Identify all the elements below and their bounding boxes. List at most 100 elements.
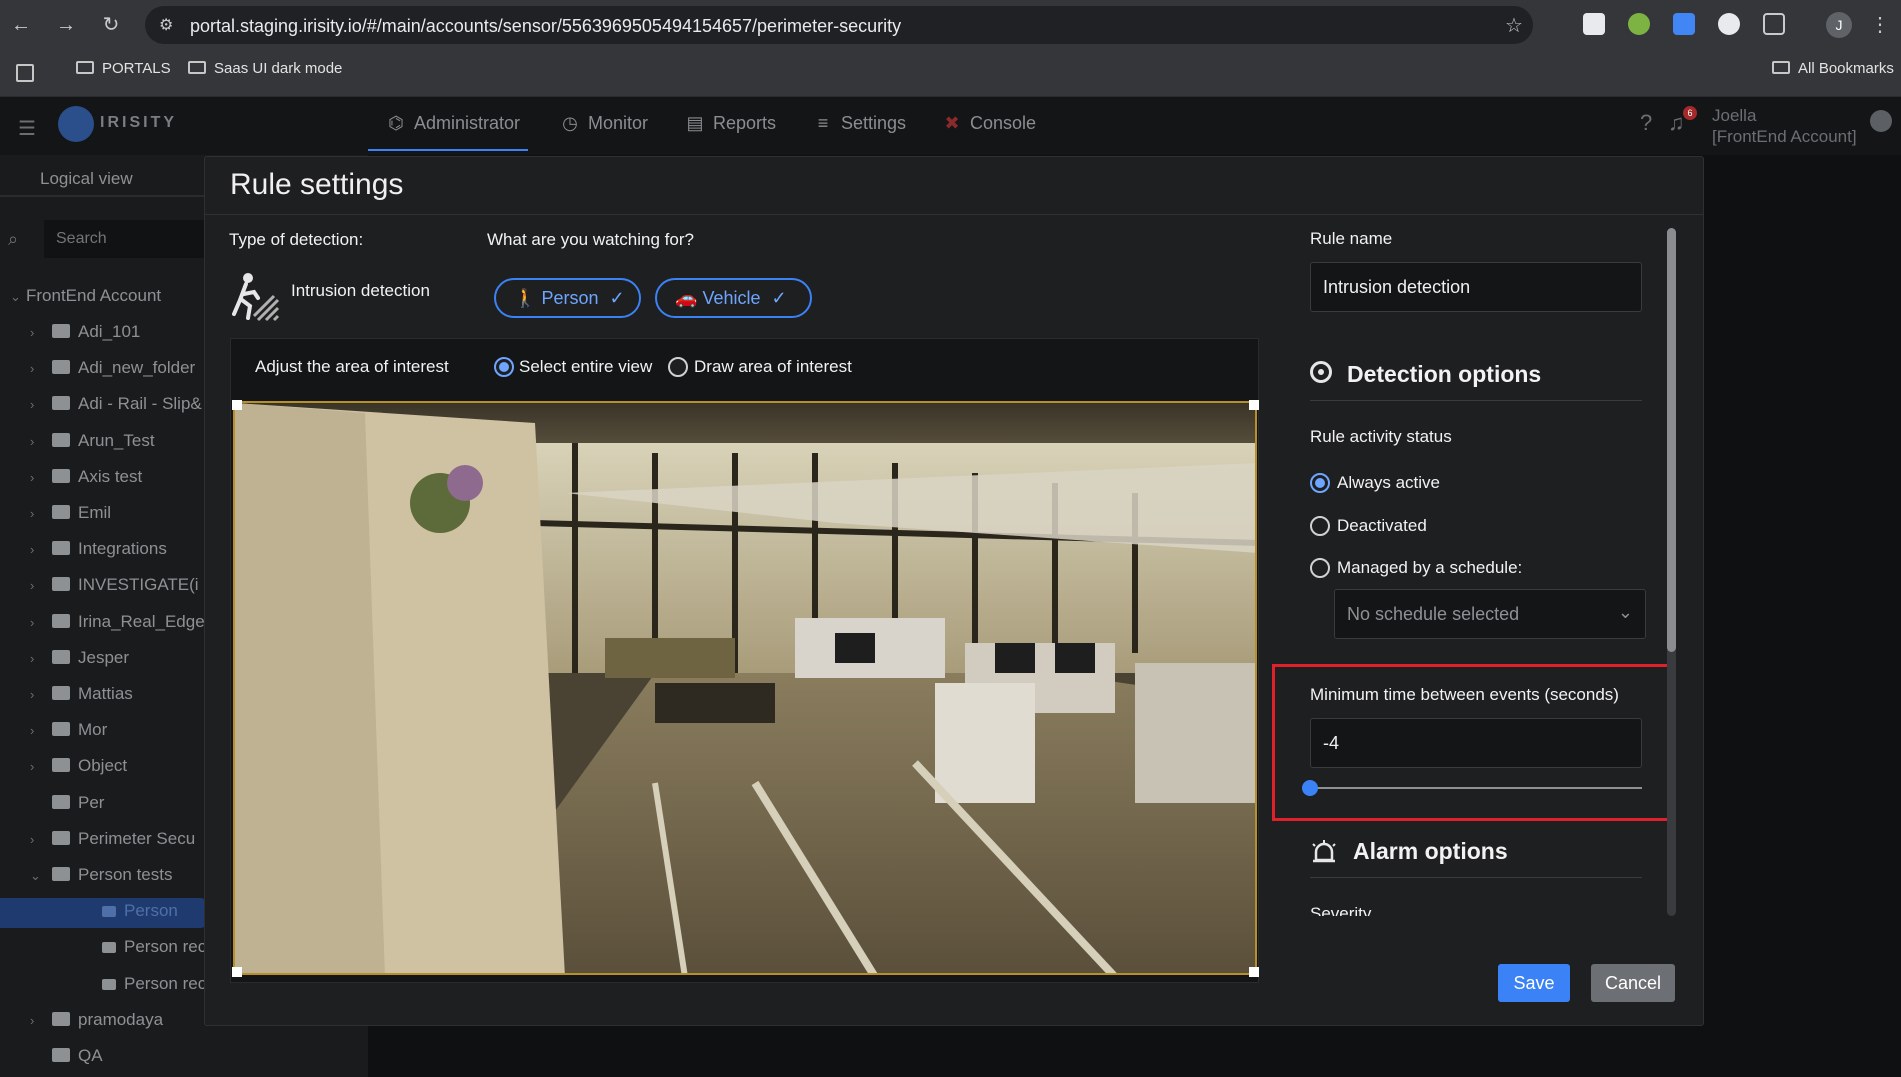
tree-item[interactable]: › Object bbox=[30, 756, 127, 776]
help-icon[interactable]: ? bbox=[1640, 110, 1652, 136]
tree-item-label: FrontEnd Account bbox=[26, 286, 162, 305]
apps-grid-icon[interactable] bbox=[16, 64, 34, 82]
grammarly-icon[interactable] bbox=[1718, 13, 1740, 35]
tree-item[interactable]: ⌄ Person tests bbox=[30, 865, 173, 885]
tree-item[interactable]: › Irina_Real_Edge bbox=[30, 612, 205, 632]
area-label: Adjust the area of interest bbox=[255, 357, 449, 376]
radio-always-active[interactable] bbox=[1310, 473, 1330, 493]
tree-item[interactable]: › INVESTIGATE(i bbox=[30, 575, 199, 595]
translate-icon[interactable] bbox=[1673, 13, 1695, 35]
chevron-icon[interactable]: › bbox=[30, 687, 46, 702]
min-time-slider-thumb[interactable] bbox=[1302, 780, 1318, 796]
menu-monitor[interactable]: ◷ Monitor bbox=[560, 113, 648, 134]
active-tab-indicator bbox=[368, 149, 528, 151]
cancel-button[interactable]: Cancel bbox=[1591, 964, 1675, 1002]
managed-schedule-label[interactable]: Managed by a schedule: bbox=[1337, 558, 1522, 578]
user-avatar-icon[interactable] bbox=[1870, 110, 1892, 132]
forward-arrow-icon[interactable]: → bbox=[51, 10, 81, 40]
select-entire-view-label[interactable]: Select entire view bbox=[519, 357, 652, 377]
chevron-icon[interactable]: ⌄ bbox=[30, 868, 46, 884]
tree-item[interactable]: › Axis test bbox=[30, 467, 142, 487]
tree-item-label: Mattias bbox=[78, 684, 133, 703]
tree-item[interactable]: › Arun_Test bbox=[30, 431, 155, 451]
tree-item[interactable]: Per bbox=[30, 793, 104, 813]
vehicle-chip[interactable]: 🚗 Vehicle ✓ bbox=[655, 278, 812, 318]
chevron-icon[interactable]: › bbox=[30, 615, 46, 630]
tree-item[interactable]: › Emil bbox=[30, 503, 111, 523]
radio-deactivated[interactable] bbox=[1310, 516, 1330, 536]
draw-area-label[interactable]: Draw area of interest bbox=[694, 357, 852, 377]
chevron-icon[interactable]: › bbox=[30, 759, 46, 774]
menu-administrator[interactable]: ⌬ Administrator bbox=[386, 113, 520, 134]
menu-console[interactable]: ✖ Console bbox=[942, 113, 1036, 134]
aoi-handle[interactable] bbox=[232, 967, 242, 977]
tree-item[interactable]: › Jesper bbox=[30, 648, 129, 668]
profile-avatar[interactable]: J bbox=[1826, 12, 1852, 38]
chevron-icon[interactable]: › bbox=[30, 470, 46, 485]
tree-item[interactable]: › Adi - Rail - Slip& bbox=[30, 394, 202, 414]
min-time-slider-track[interactable] bbox=[1310, 787, 1642, 789]
menu-settings[interactable]: ≡ Settings bbox=[813, 113, 906, 134]
tree-item[interactable]: › Mattias bbox=[30, 684, 133, 704]
chevron-icon[interactable]: › bbox=[30, 723, 46, 738]
deactivated-label[interactable]: Deactivated bbox=[1337, 516, 1427, 536]
chevron-icon[interactable]: › bbox=[30, 1013, 46, 1028]
aoi-handle[interactable] bbox=[1249, 400, 1259, 410]
tree-item[interactable]: › Perimeter Secu bbox=[30, 829, 195, 849]
person-chip[interactable]: 🚶 Person ✓ bbox=[494, 278, 641, 318]
chevron-icon[interactable]: › bbox=[30, 397, 46, 412]
more-vert-icon[interactable]: ⋮ bbox=[1870, 12, 1890, 37]
chevron-icon[interactable]: › bbox=[30, 434, 46, 449]
reload-icon[interactable]: ↻ bbox=[96, 10, 126, 40]
tree-root[interactable]: ⌄ FrontEnd Account bbox=[10, 286, 161, 306]
chevron-icon[interactable]: › bbox=[30, 325, 46, 340]
tree-item[interactable]: › Integrations bbox=[30, 539, 167, 559]
min-time-input[interactable]: -4 bbox=[1310, 718, 1642, 768]
chevron-icon[interactable]: › bbox=[30, 578, 46, 593]
schedule-select[interactable]: No schedule selected ⌄ bbox=[1334, 589, 1646, 639]
folder-icon bbox=[52, 324, 70, 338]
chevron-icon[interactable]: › bbox=[30, 361, 46, 376]
bookmark-portals[interactable]: PORTALS bbox=[76, 60, 171, 77]
bookmark-saas-ui[interactable]: Saas UI dark mode bbox=[188, 60, 342, 77]
sidebar-toggle-icon[interactable]: ☰ bbox=[18, 116, 36, 141]
tree-item[interactable]: › Mor bbox=[30, 720, 107, 740]
radio-managed-schedule[interactable] bbox=[1310, 558, 1330, 578]
aoi-handle[interactable] bbox=[1249, 967, 1259, 977]
tree-item[interactable]: › pramodaya bbox=[30, 1010, 163, 1030]
all-bookmarks[interactable]: All Bookmarks bbox=[1772, 60, 1894, 77]
star-icon[interactable]: ☆ bbox=[1505, 13, 1523, 38]
tree-item-label: Emil bbox=[78, 503, 112, 522]
tree-item[interactable]: › Adi_new_folder bbox=[30, 358, 195, 378]
always-active-label[interactable]: Always active bbox=[1337, 473, 1440, 493]
chevron-icon[interactable]: › bbox=[30, 506, 46, 521]
chevron-icon[interactable]: › bbox=[30, 832, 46, 847]
aoi-handle[interactable] bbox=[232, 400, 242, 410]
site-settings-icon[interactable]: ⚙ bbox=[159, 15, 173, 35]
extension-icon[interactable] bbox=[1583, 13, 1605, 35]
chevron-icon[interactable]: › bbox=[30, 542, 46, 557]
tree-item[interactable]: › Adi_101 bbox=[30, 322, 140, 342]
console-icon: ✖ bbox=[944, 113, 960, 133]
tree-item[interactable]: QA bbox=[30, 1046, 103, 1066]
sidebar-search-input[interactable] bbox=[44, 220, 204, 258]
rule-name-input[interactable]: Intrusion detection bbox=[1310, 262, 1642, 312]
chevron-icon[interactable]: ⌄ bbox=[10, 289, 26, 305]
save-button[interactable]: Save bbox=[1498, 964, 1570, 1002]
tree-item[interactable]: Person bbox=[80, 901, 178, 921]
radio-select-entire-view[interactable] bbox=[494, 357, 514, 377]
extension-icon[interactable] bbox=[1628, 13, 1650, 35]
clock-icon: ◷ bbox=[562, 113, 578, 133]
tab-logical-view[interactable]: Logical view bbox=[40, 169, 133, 189]
radio-draw-area[interactable] bbox=[668, 357, 688, 377]
back-arrow-icon[interactable]: ← bbox=[6, 10, 36, 40]
menu-reports[interactable]: ▤ Reports bbox=[685, 113, 776, 134]
tree-item[interactable]: Person reco bbox=[80, 937, 216, 957]
puzzle-icon[interactable] bbox=[1763, 13, 1785, 35]
address-bar[interactable]: ⚙ portal.staging.irisity.io/#/main/accou… bbox=[145, 6, 1533, 44]
form-scrollbar-thumb[interactable] bbox=[1667, 228, 1676, 652]
bell-icon[interactable]: ♫ bbox=[1668, 110, 1685, 136]
chevron-icon[interactable]: › bbox=[30, 651, 46, 666]
camera-view[interactable] bbox=[233, 401, 1257, 975]
user-account: [FrontEnd Account] bbox=[1712, 127, 1857, 146]
